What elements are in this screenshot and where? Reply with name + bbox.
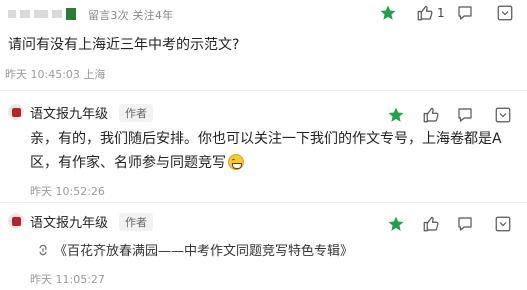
like-button[interactable] xyxy=(422,215,440,233)
reply-button[interactable] xyxy=(456,215,474,233)
star-button[interactable] xyxy=(387,215,405,233)
more-button[interactable] xyxy=(496,4,514,22)
divider xyxy=(0,202,527,203)
divider xyxy=(0,90,527,91)
more-button[interactable] xyxy=(494,215,512,233)
thumbs-up-icon xyxy=(417,5,433,21)
author-badge: 作者 xyxy=(119,213,153,231)
reply-button[interactable] xyxy=(456,4,474,22)
article-link-text[interactable]: 《百花齐放春满园——中考作文同题竞写特色专辑》 xyxy=(54,240,353,259)
chevron-down-icon xyxy=(495,216,511,232)
link-icon xyxy=(39,244,47,255)
author-avatar[interactable] xyxy=(8,213,24,229)
more-button[interactable] xyxy=(494,106,512,124)
author-badge: 作者 xyxy=(119,104,153,122)
article-link[interactable]: 《百花齐放春满园——中考作文同题竞写特色专辑》 xyxy=(36,240,353,259)
author-avatar[interactable] xyxy=(8,104,24,120)
grin-sweat-emoji-icon xyxy=(228,154,244,170)
comment-icon xyxy=(458,108,472,122)
star-icon xyxy=(388,216,404,231)
star-button[interactable] xyxy=(379,4,397,22)
reply-text: 亲，有的，我们随后安排。你也可以关注一下我们的作文专号，上海卷都是A区，有作家、… xyxy=(30,131,502,171)
chevron-down-icon xyxy=(495,107,511,123)
reply-author[interactable]: 语文报九年级 xyxy=(30,212,108,231)
question-header: 留言3次 关注4年 xyxy=(0,4,527,24)
reply-body: 亲，有的，我们随后安排。你也可以关注一下我们的作文专号，上海卷都是A区，有作家、… xyxy=(30,127,508,175)
question-text: 请问有没有上海近三年中考的示范文? xyxy=(8,37,240,53)
comment-icon xyxy=(458,217,472,231)
chevron-down-icon xyxy=(497,5,513,21)
thumbs-up-icon xyxy=(423,216,439,232)
user-stats: 留言3次 关注4年 xyxy=(88,9,174,22)
question-time: 昨天 10:45:03 上海 xyxy=(5,68,106,81)
star-icon xyxy=(380,5,396,20)
reply-time: 昨天 11:05:27 xyxy=(30,273,105,286)
star-icon xyxy=(388,107,404,122)
like-button[interactable]: 1 xyxy=(416,4,445,22)
reply-time: 昨天 10:52:26 xyxy=(30,185,105,198)
like-count: 1 xyxy=(437,6,445,20)
thumbs-up-icon xyxy=(423,107,439,123)
reply-button[interactable] xyxy=(456,106,474,124)
star-button[interactable] xyxy=(387,106,405,124)
user-avatar[interactable] xyxy=(8,8,76,20)
like-button[interactable] xyxy=(422,106,440,124)
reply-author[interactable]: 语文报九年级 xyxy=(30,103,108,122)
comment-icon xyxy=(458,6,472,20)
